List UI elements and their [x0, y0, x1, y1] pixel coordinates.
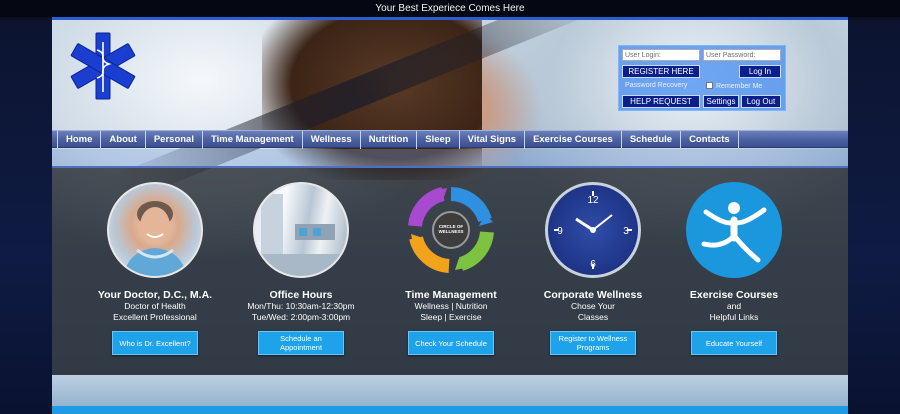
card-title: Office Hours [269, 289, 333, 301]
card-office-hours: Office Hours Mon/Thu: 10:30am-12:30pm Tu… [236, 182, 366, 355]
circle-center-label: CIRCLE OF WELLNESS [438, 224, 464, 234]
login-button[interactable]: Log In [739, 65, 781, 78]
nav-nutrition[interactable]: Nutrition [359, 131, 417, 149]
card-line: Wellness | Nutrition [414, 301, 488, 311]
nav-exercise-courses[interactable]: Exercise Courses [524, 131, 621, 149]
clock-number-12: 12 [587, 195, 599, 206]
card-exercise-courses: Exercise Courses and Helpful Links Educa… [669, 182, 799, 355]
card-title: Corporate Wellness [543, 289, 643, 301]
card-line: and [726, 301, 742, 311]
schedule-appointment-button[interactable]: Schedule an Appointment [258, 331, 344, 355]
login-panel: User Login: User Password: REGISTER HERE… [618, 45, 786, 111]
card-line: Chose Your [571, 301, 615, 311]
left-background [0, 20, 52, 414]
office-interior [255, 194, 347, 276]
jumping-figure [701, 202, 767, 263]
settings-button[interactable]: Settings [703, 95, 739, 108]
card-line: Classes [577, 312, 609, 322]
register-wellness-button[interactable]: Register to Wellness Programs [550, 331, 636, 355]
clock-number-9: 9 [557, 226, 563, 237]
clock-number-6: 6 [590, 259, 596, 270]
card-corporate-wellness: 12 3 6 9 Corporate Wellness Chose Your C… [528, 182, 658, 355]
nav-vital-signs[interactable]: Vital Signs [458, 131, 524, 149]
register-button[interactable]: REGISTER HERE [622, 65, 700, 78]
tagline: Your Best Experiece Comes Here [375, 3, 525, 14]
card-title: Exercise Courses [689, 289, 779, 301]
star-of-life-icon[interactable] [67, 30, 139, 102]
card-line: Sleep | Exercise [420, 312, 482, 322]
main-nav: Home About Personal Time Management Well… [52, 130, 848, 149]
check-schedule-button[interactable]: Check Your Schedule [408, 331, 494, 355]
card-line: Mon/Thu: 10:30am-12:30pm [247, 301, 355, 311]
nav-schedule[interactable]: Schedule [620, 131, 680, 149]
footer-accent-bar [52, 406, 848, 414]
clock-icon: 12 3 6 9 [545, 182, 641, 278]
card-time-management: CIRCLE OF WELLNESS Time Management Welln… [386, 182, 516, 355]
doctor-avatar [107, 182, 203, 278]
card-line: Doctor of Health [124, 301, 186, 311]
nav-about[interactable]: About [100, 131, 144, 149]
nav-time-management[interactable]: Time Management [201, 131, 302, 149]
hero-bottom [52, 375, 848, 410]
password-recovery-link[interactable]: Password Recovery [625, 82, 687, 89]
user-password-input[interactable]: User Password: [703, 49, 781, 61]
top-tagline-bar: Your Best Experiece Comes Here [0, 0, 900, 17]
person-jumping-icon [686, 182, 782, 278]
nav-sleep[interactable]: Sleep [416, 131, 458, 149]
user-login-input[interactable]: User Login: [622, 49, 700, 61]
nav-contacts[interactable]: Contacts [680, 131, 739, 149]
card-line: Tue/Wed: 2:00pm-3:00pm [251, 312, 351, 322]
logout-button[interactable]: Log Out [741, 95, 781, 108]
nav-underlay [52, 149, 848, 166]
help-request-button[interactable]: HELP REQUEST [622, 95, 700, 108]
card-doctor: Your Doctor, D.C., M.A. Doctor of Health… [90, 182, 220, 355]
remember-me-checkbox[interactable] [706, 82, 713, 89]
clock-face: 12 3 6 9 [554, 191, 632, 270]
nav-wellness[interactable]: Wellness [301, 131, 360, 149]
card-title: Your Doctor, D.C., M.A. [97, 289, 213, 301]
clock-number-3: 3 [623, 226, 629, 237]
nav-personal[interactable]: Personal [144, 131, 202, 149]
card-title: Time Management [405, 289, 497, 301]
doctor-portrait [123, 201, 187, 276]
right-background [848, 20, 900, 414]
card-line: Excellent Professional [113, 312, 197, 322]
who-is-dr-button[interactable]: Who is Dr. Excellent? [112, 331, 198, 355]
remember-me-label: Remember Me [716, 83, 763, 90]
office-photo [253, 182, 349, 278]
nav-home[interactable]: Home [57, 131, 100, 149]
educate-yourself-button[interactable]: Educate Yourself [691, 331, 777, 355]
circle-of-wellness-graphic: CIRCLE OF WELLNESS [403, 182, 499, 278]
card-line: Helpful Links [709, 312, 759, 322]
